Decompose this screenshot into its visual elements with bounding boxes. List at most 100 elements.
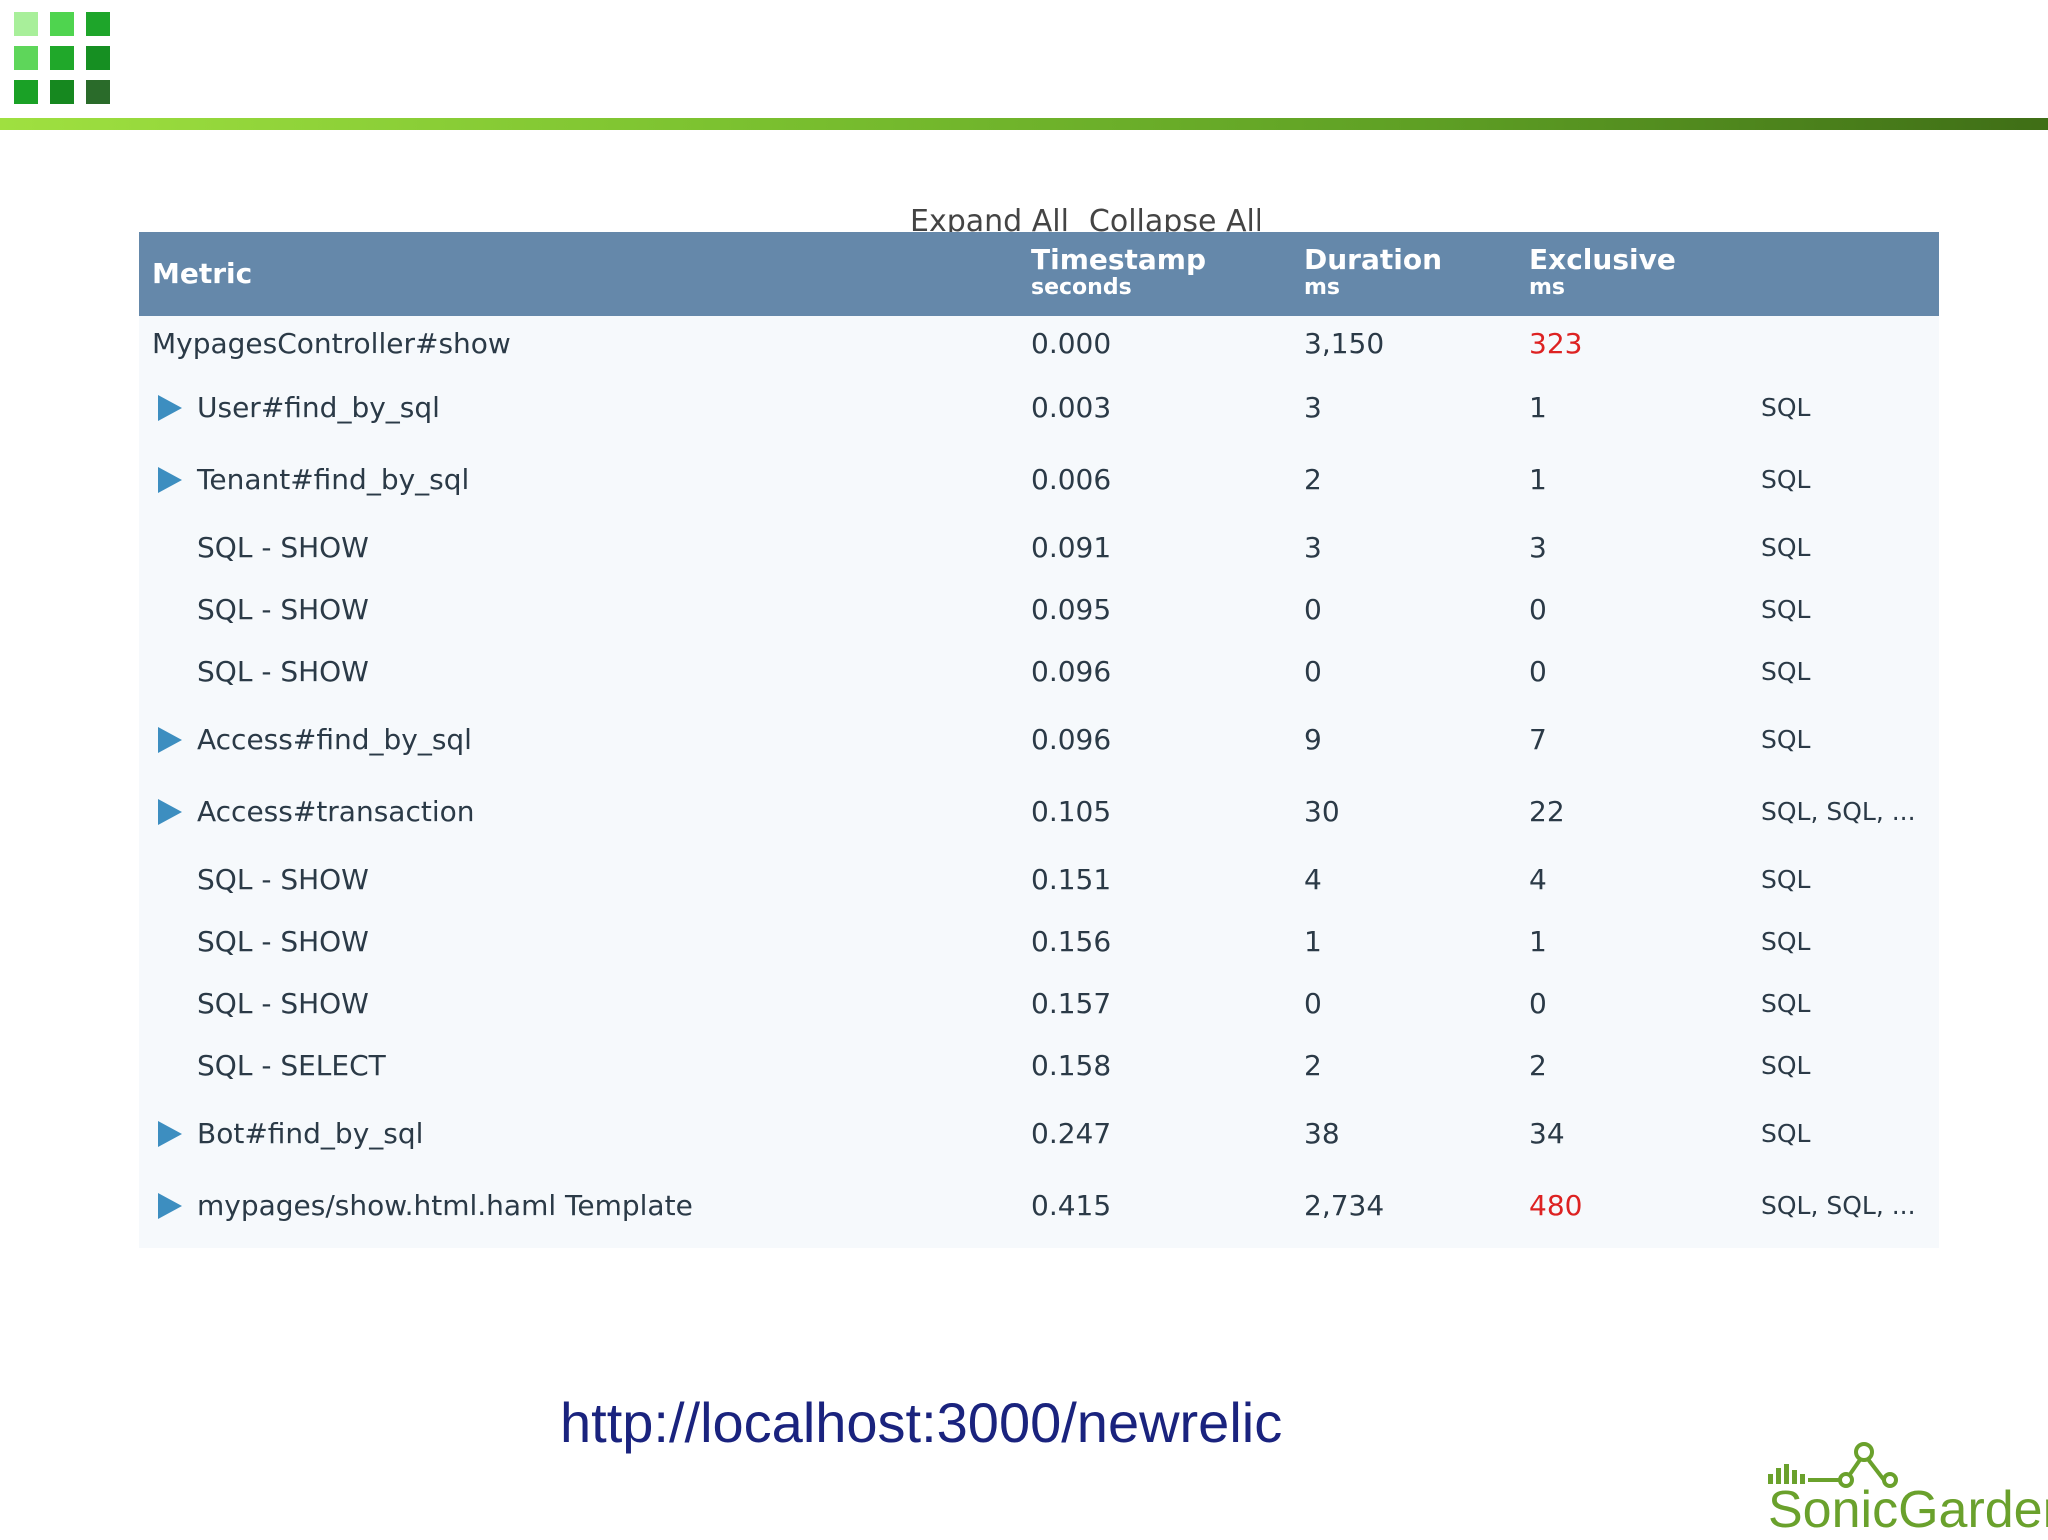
- metric-cell[interactable]: User#find_by_sql: [197, 380, 440, 436]
- table-row[interactable]: SQL - SHOW 0.151 4 4 SQL: [139, 852, 1939, 908]
- logo-square: [14, 80, 38, 104]
- column-metric: Metric: [152, 257, 253, 290]
- logo-square: [50, 80, 74, 104]
- trace-table: Metric Timestamp seconds Duration ms Exc…: [139, 232, 1939, 1248]
- timestamp-cell: 0.006: [1031, 463, 1112, 496]
- logo-square: [86, 46, 110, 70]
- table-row[interactable]: User#find_by_sql 0.003 3 1 SQL: [139, 380, 1939, 436]
- detail-link[interactable]: SQL: [1761, 712, 1810, 768]
- timestamp-cell: 0.151: [1031, 863, 1112, 896]
- exclusive-cell: 0: [1529, 987, 1547, 1020]
- logo-square: [50, 12, 74, 36]
- metric-cell[interactable]: SQL - SHOW: [197, 914, 369, 970]
- duration-cell: 2,734: [1304, 1189, 1385, 1222]
- logo-square: [86, 80, 110, 104]
- metric-cell[interactable]: SQL - SHOW: [197, 976, 369, 1032]
- duration-cell: 3: [1304, 391, 1322, 424]
- detail-link[interactable]: SQL: [1761, 380, 1810, 436]
- table-row[interactable]: SQL - SHOW 0.095 0 0 SQL: [139, 582, 1939, 638]
- detail-link[interactable]: SQL: [1761, 520, 1810, 576]
- triangle-right-icon[interactable]: [158, 467, 182, 493]
- exclusive-cell: 7: [1529, 723, 1547, 756]
- duration-cell: 3: [1304, 531, 1322, 564]
- detail-link[interactable]: SQL: [1761, 852, 1810, 908]
- duration-cell: 30: [1304, 795, 1340, 828]
- exclusive-cell: 1: [1529, 463, 1547, 496]
- detail-link[interactable]: SQL, SQL, ...: [1761, 1178, 1916, 1234]
- metric-cell[interactable]: SQL - SELECT: [197, 1038, 386, 1094]
- header-rule: [0, 118, 2048, 130]
- detail-link[interactable]: SQL: [1761, 1038, 1810, 1094]
- duration-cell: 4: [1304, 863, 1322, 896]
- timestamp-cell: 0.415: [1031, 1189, 1112, 1222]
- expand-all-link[interactable]: Expand All: [910, 204, 1069, 232]
- metric-cell[interactable]: SQL - SHOW: [197, 520, 369, 576]
- table-row[interactable]: mypages/show.html.haml Template 0.415 2,73…: [139, 1178, 1939, 1234]
- metric-cell[interactable]: Access#transaction: [197, 784, 474, 840]
- sonicgarden-logo: SonicGarden: [1760, 1440, 2048, 1539]
- metric-cell[interactable]: Tenant#find_by_sql: [197, 452, 469, 508]
- duration-cell: 3,150: [1304, 327, 1385, 360]
- table-row[interactable]: Bot#find_by_sql 0.247 38 34 SQL: [139, 1106, 1939, 1162]
- logo-square: [86, 12, 110, 36]
- detail-link[interactable]: SQL: [1761, 1106, 1810, 1162]
- logo-square: [14, 12, 38, 36]
- duration-cell: 2: [1304, 1049, 1322, 1082]
- table-row[interactable]: SQL - SHOW 0.156 1 1 SQL: [139, 914, 1939, 970]
- slide-logo-icon: [14, 12, 110, 108]
- table-row[interactable]: SQL - SELECT 0.158 2 2 SQL: [139, 1038, 1939, 1094]
- metric-cell[interactable]: Bot#find_by_sql: [197, 1106, 423, 1162]
- logo-square: [50, 46, 74, 70]
- table-row[interactable]: SQL - SHOW 0.157 0 0 SQL: [139, 976, 1939, 1032]
- table-row[interactable]: SQL - SHOW 0.096 0 0 SQL: [139, 644, 1939, 700]
- expand-collapse-toolbar: Expand All Collapse All: [900, 196, 1260, 232]
- exclusive-cell: 0: [1529, 593, 1547, 626]
- triangle-right-icon[interactable]: [158, 1121, 182, 1147]
- timestamp-cell: 0.095: [1031, 593, 1112, 626]
- metric-cell[interactable]: SQL - SHOW: [197, 852, 369, 908]
- source-url-link[interactable]: http://localhost:3000/newrelic: [560, 1390, 1282, 1455]
- duration-cell: 0: [1304, 987, 1322, 1020]
- detail-link[interactable]: SQL: [1761, 582, 1810, 638]
- metric-cell[interactable]: MypagesController#show: [152, 316, 511, 372]
- duration-cell: 0: [1304, 655, 1322, 688]
- table-row[interactable]: Access#transaction 0.105 30 22 SQL, SQL, ...: [139, 784, 1939, 840]
- timestamp-cell: 0.157: [1031, 987, 1112, 1020]
- detail-link[interactable]: SQL, SQL, ...: [1761, 784, 1916, 840]
- triangle-right-icon[interactable]: [158, 395, 182, 421]
- collapse-all-link[interactable]: Collapse All: [1089, 204, 1260, 232]
- exclusive-cell: 480: [1529, 1189, 1583, 1222]
- triangle-right-icon[interactable]: [158, 1193, 182, 1219]
- table-header: Metric Timestamp seconds Duration ms Exc…: [139, 232, 1939, 316]
- exclusive-cell: 3: [1529, 531, 1547, 564]
- brand-name: SonicGarden: [1768, 1481, 2048, 1539]
- table-row[interactable]: MypagesController#show 0.000 3,150 323: [139, 316, 1939, 372]
- exclusive-cell: 4: [1529, 863, 1547, 896]
- timestamp-cell: 0.158: [1031, 1049, 1112, 1082]
- column-timestamp: Timestamp seconds: [1031, 243, 1207, 300]
- triangle-right-icon[interactable]: [158, 799, 182, 825]
- logo-square: [14, 46, 38, 70]
- detail-link[interactable]: SQL: [1761, 452, 1810, 508]
- exclusive-cell: 0: [1529, 655, 1547, 688]
- table-row[interactable]: Access#find_by_sql 0.096 9 7 SQL: [139, 712, 1939, 768]
- timestamp-cell: 0.247: [1031, 1117, 1112, 1150]
- timestamp-cell: 0.091: [1031, 531, 1112, 564]
- metric-cell[interactable]: Access#find_by_sql: [197, 712, 472, 768]
- detail-link[interactable]: SQL: [1761, 914, 1810, 970]
- timestamp-cell: 0.003: [1031, 391, 1112, 424]
- metric-cell[interactable]: SQL - SHOW: [197, 582, 369, 638]
- metric-cell[interactable]: SQL - SHOW: [197, 644, 369, 700]
- triangle-right-icon[interactable]: [158, 727, 182, 753]
- timestamp-cell: 0.105: [1031, 795, 1112, 828]
- column-duration: Duration ms: [1304, 243, 1443, 300]
- table-row[interactable]: Tenant#find_by_sql 0.006 2 1 SQL: [139, 452, 1939, 508]
- timestamp-cell: 0.156: [1031, 925, 1112, 958]
- table-row[interactable]: SQL - SHOW 0.091 3 3 SQL: [139, 520, 1939, 576]
- detail-link[interactable]: SQL: [1761, 976, 1810, 1032]
- metric-cell[interactable]: mypages/show.html.haml Template: [197, 1178, 693, 1234]
- exclusive-cell: 22: [1529, 795, 1565, 828]
- timestamp-cell: 0.096: [1031, 655, 1112, 688]
- exclusive-cell: 1: [1529, 391, 1547, 424]
- detail-link[interactable]: SQL: [1761, 644, 1810, 700]
